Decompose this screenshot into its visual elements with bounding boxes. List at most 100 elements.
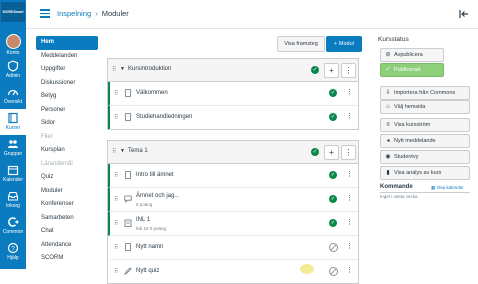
global-nav-courses[interactable]: Kurser [0,109,26,135]
published-check-icon[interactable]: ✓ [329,89,337,97]
course-nav-item[interactable]: Diskussioner [36,77,98,91]
item-options-kebab-icon[interactable]: ⋮ [346,243,353,251]
unpublished-icon[interactable] [329,267,338,276]
drag-handle-icon[interactable]: ⠿ [114,172,119,180]
module-item-row[interactable]: ⠿ Ämnet och jag... 5 poäng ✓ ⋮ [108,188,358,212]
course-nav-item[interactable]: Hem [36,36,98,50]
import-commons-button[interactable]: ⇩ Importera från Commons [380,86,470,100]
module-item-row[interactable]: ⠿ Intro till ämnet ✓ ⋮ [108,164,358,188]
collapse-caret-icon[interactable]: ▼ [120,66,125,72]
global-nav-help[interactable]: ? Hjälp [0,239,26,265]
course-nav-item[interactable]: Attendance [36,239,98,253]
view-course-stream-button[interactable]: ≡ Visa kursström [380,118,470,132]
course-nav-item[interactable]: Filer [36,131,98,145]
global-nav-commons[interactable]: Common [0,213,26,239]
drag-handle-icon[interactable]: ⠿ [114,114,119,122]
course-nav-item[interactable]: Uppgifter [36,63,98,77]
add-item-button[interactable]: + [324,63,339,78]
breadcrumb-current: Moduler [101,9,129,18]
institution-logo[interactable]: WORDSmart [1,2,25,22]
course-nav-item[interactable]: Sidor [36,117,98,131]
published-check-icon[interactable]: ✓ [311,66,319,74]
unpublish-button[interactable]: ⊘ Avpublicera [380,48,444,62]
course-nav-item[interactable]: Personer [36,104,98,118]
module-item-row[interactable]: ⠿ Studiehandledningen ✓ ⋮ [108,106,358,129]
unpublished-icon[interactable] [329,243,338,252]
published-check-icon[interactable]: ✓ [329,195,337,203]
module-options-kebab-icon[interactable]: ⋮ [341,145,356,160]
course-nav-item[interactable]: SCORM [36,252,98,266]
global-nav-groups-label: Grupper [3,151,23,157]
module-item-title[interactable]: INL 1 [136,217,150,223]
global-nav-admin[interactable]: Admin [0,57,26,83]
item-options-kebab-icon[interactable]: ⋮ [346,195,353,203]
groups-icon [8,140,18,148]
view-calendar-link[interactable]: ▦ Visa kalender [431,185,464,191]
item-options-kebab-icon[interactable]: ⋮ [346,113,353,121]
course-nav-item[interactable]: Samarbeten [36,212,98,226]
drag-handle-icon[interactable]: ⠿ [114,220,119,228]
module-kursintroduktion: ⠿ ▼ Kursintroduktion ✓ + ⋮ ⠿ Välkommen ✓… [107,58,359,130]
course-analytics-button[interactable]: ▮ Visa analys av kurs [380,166,470,180]
course-nav-item[interactable]: Chat [36,225,98,239]
view-progress-button[interactable]: Visa framsteg [277,36,325,52]
new-announcement-button[interactable]: ◂ Nytt meddelande [380,134,470,148]
global-nav-inbox[interactable]: Inkorg [0,187,26,213]
course-nav-item[interactable]: Kursplan [36,144,98,158]
cursor-highlight [300,264,314,274]
published-button[interactable]: ✓ Publicerad [380,63,444,77]
published-check-icon[interactable]: ✓ [311,148,319,156]
module-header[interactable]: ⠿ ▼ Tema 1 ✓ + ⋮ [108,141,358,164]
item-options-kebab-icon[interactable]: ⋮ [346,171,353,179]
published-check-icon[interactable]: ✓ [329,219,337,227]
drag-handle-icon[interactable]: ⠿ [112,66,117,74]
global-nav-account[interactable]: Konto [0,31,26,57]
course-nav-item[interactable]: Lärandemål [36,158,98,172]
course-nav-item[interactable]: Betyg [36,90,98,104]
published-check-icon[interactable]: ✓ [329,113,337,121]
course-nav-item[interactable]: Quiz [36,171,98,185]
published-check-icon[interactable]: ✓ [329,171,337,179]
module-item-row[interactable]: ⠿ Välkommen ✓ ⋮ [108,82,358,106]
course-nav-item[interactable]: Moduler [36,185,98,199]
upcoming-heading: Kommande [380,184,413,190]
student-view-button[interactable]: ◉ Studentvy [380,150,470,164]
course-nav-item[interactable]: Konferenser [36,198,98,212]
module-header[interactable]: ⠿ ▼ Kursintroduktion ✓ + ⋮ [108,59,358,82]
module-item-title[interactable]: Välkommen [136,90,168,96]
global-nav-calendar[interactable]: Kalender [0,161,26,187]
hamburger-menu-icon[interactable] [40,9,50,18]
module-item-title[interactable]: Nytt namn [136,244,163,250]
global-nav-admin-label: Admin [5,73,21,79]
collapse-caret-icon[interactable]: ▼ [120,148,125,154]
breadcrumb-course-link[interactable]: Inspelning [57,9,91,18]
module-tema-1: ⠿ ▼ Tema 1 ✓ + ⋮ ⠿ Intro till ämnet ✓ ⋮ … [107,140,359,284]
add-item-button[interactable]: + [324,145,339,160]
item-options-kebab-icon[interactable]: ⋮ [346,219,353,227]
module-item-row[interactable]: ⠿ INL 1 feb 16 0 poäng ✓ ⋮ [108,212,358,236]
module-item-title[interactable]: Ämnet och jag... [136,193,179,199]
choose-home-page-button[interactable]: ⌂ Välj hemsida [380,100,470,114]
module-options-kebab-icon[interactable]: ⋮ [341,63,356,78]
drag-handle-icon[interactable]: ⠿ [114,244,119,252]
module-item-title[interactable]: Studiehandledningen [136,114,192,120]
module-item-row[interactable]: ⠿ Nytt quiz ⋮ [108,260,358,283]
page-icon [125,113,131,121]
drag-handle-icon[interactable]: ⠿ [112,148,117,156]
module-item-row[interactable]: ⠿ Nytt namn ⋮ [108,236,358,260]
student-view-icon: ◉ [385,154,391,160]
global-nav-groups[interactable]: Grupper [0,135,26,161]
drag-handle-icon[interactable]: ⠿ [114,268,119,276]
item-options-kebab-icon[interactable]: ⋮ [346,89,353,97]
global-nav-commons-label: Common [2,229,24,235]
module-item-title[interactable]: Intro till ämnet [136,172,174,178]
add-module-button[interactable]: + Modul [326,36,362,52]
drag-handle-icon[interactable]: ⠿ [114,196,119,204]
action-label: Välj hemsida [394,104,426,110]
drag-handle-icon[interactable]: ⠿ [114,90,119,98]
collapse-sidebar-icon[interactable] [458,8,470,20]
global-nav: WORDSmart Konto Admin Översikt Kurser Gr… [0,0,26,269]
course-nav-item[interactable]: Meddelanden [36,50,98,64]
item-options-kebab-icon[interactable]: ⋮ [346,267,353,275]
global-nav-dashboard[interactable]: Översikt [0,83,26,109]
